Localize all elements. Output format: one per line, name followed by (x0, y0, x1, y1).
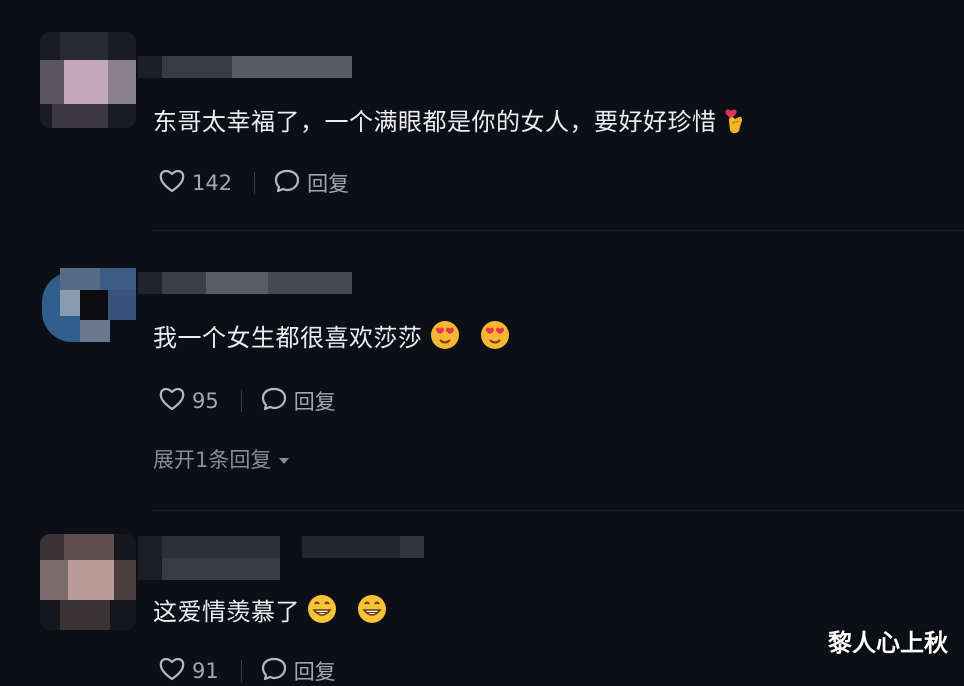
comment-actions: 95 回复 (158, 386, 336, 416)
comment-text: 这爱情羡慕了 (153, 592, 388, 631)
avatar[interactable] (40, 32, 136, 128)
like-button[interactable]: 95 (158, 386, 219, 416)
like-button[interactable]: 91 (158, 656, 219, 686)
watermark: 黎人心上秋 (828, 629, 948, 657)
avatar[interactable] (40, 534, 136, 630)
comment-divider (152, 230, 964, 231)
like-count: 91 (192, 659, 219, 683)
speech-bubble-icon (260, 656, 288, 686)
finger-heart-emoji (723, 107, 747, 141)
comment-text: 我一个女生都很喜欢莎莎 (153, 318, 511, 357)
reply-button[interactable]: 回复 (260, 386, 336, 416)
like-count: 142 (192, 171, 233, 195)
expand-replies-button[interactable]: 展开1条回复 (153, 444, 291, 474)
comment-text: 东哥太幸福了，一个满眼都是你的女人，要好好珍惜 (153, 102, 747, 141)
like-button[interactable]: 142 (158, 168, 232, 198)
like-count: 95 (192, 389, 219, 413)
heart-eyes-emoji (479, 319, 511, 357)
grin-emoji (356, 593, 388, 631)
reply-button[interactable]: 回复 (273, 168, 349, 198)
reply-button[interactable]: 回复 (260, 656, 336, 686)
speech-bubble-icon (273, 168, 301, 198)
username-blurred[interactable] (138, 536, 428, 580)
reply-label: 回复 (293, 660, 336, 684)
heart-icon (158, 656, 186, 686)
heart-icon (158, 386, 186, 416)
heart-icon (158, 168, 186, 198)
username-blurred[interactable] (138, 56, 354, 78)
comment-actions: 91 回复 (158, 656, 336, 686)
divider (240, 660, 242, 682)
avatar[interactable] (40, 248, 136, 344)
divider (254, 172, 256, 194)
divider (240, 390, 242, 412)
grin-emoji (306, 593, 338, 631)
heart-eyes-emoji (429, 319, 461, 357)
speech-bubble-icon (260, 386, 288, 416)
caret-down-icon (277, 447, 291, 471)
reply-label: 回复 (293, 390, 336, 414)
comment-actions: 142 回复 (158, 168, 349, 198)
username-blurred[interactable] (138, 272, 354, 294)
expand-replies-label: 展开1条回复 (153, 448, 272, 472)
reply-label: 回复 (307, 172, 350, 196)
comment-divider (152, 510, 964, 511)
